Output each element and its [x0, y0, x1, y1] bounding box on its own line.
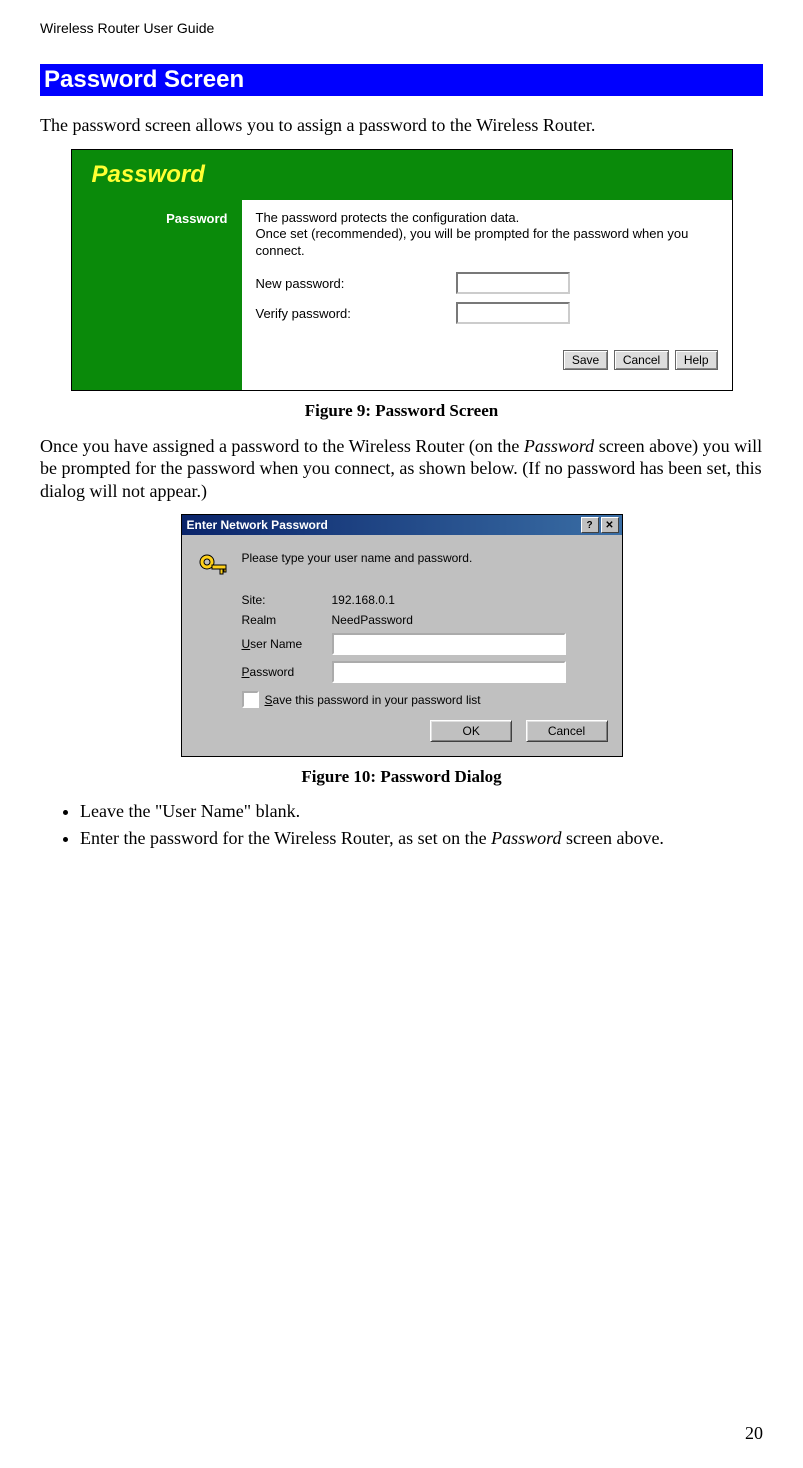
- figure10-caption: Figure 10: Password Dialog: [40, 767, 763, 787]
- sidebar-label-password: Password: [166, 211, 227, 226]
- figure9-caption: Figure 9: Password Screen: [40, 401, 763, 421]
- bullet-2-italic: Password: [491, 828, 561, 848]
- password-description: The password protects the configuration …: [256, 210, 718, 261]
- realm-label: Realm: [242, 613, 332, 627]
- figure-password-screen: Password Password The password protects …: [71, 149, 733, 391]
- save-button[interactable]: Save: [563, 350, 608, 370]
- section-title-banner: Password Screen: [40, 64, 763, 96]
- password-input[interactable]: [332, 661, 566, 683]
- router-screen-header: Password: [72, 150, 732, 200]
- bullet-list: Leave the "User Name" blank. Enter the p…: [40, 801, 763, 849]
- bullet-1: Leave the "User Name" blank.: [80, 801, 763, 822]
- verify-password-label: Verify password:: [256, 306, 456, 321]
- realm-value: NeedPassword: [332, 613, 413, 627]
- dialog-button-row: OK Cancel: [196, 720, 608, 742]
- username-input[interactable]: [332, 633, 566, 655]
- mid-paragraph: Once you have assigned a password to the…: [40, 435, 763, 503]
- titlebar-help-icon[interactable]: ?: [581, 517, 599, 533]
- router-button-row: Save Cancel Help: [256, 332, 718, 370]
- ok-button[interactable]: OK: [430, 720, 512, 742]
- document-header: Wireless Router User Guide: [40, 20, 763, 36]
- verify-password-input[interactable]: [456, 302, 570, 324]
- mid-para-italic: Password: [524, 436, 594, 456]
- password-row: Password: [242, 661, 608, 683]
- page: Wireless Router User Guide Password Scre…: [0, 0, 803, 1468]
- dialog-title: Enter Network Password: [185, 518, 579, 532]
- new-password-label: New password:: [256, 276, 456, 291]
- mid-para-pre: Once you have assigned a password to the…: [40, 436, 524, 456]
- save-password-checkbox[interactable]: [242, 691, 259, 708]
- router-screen-body: Password The password protects the confi…: [72, 200, 732, 390]
- site-row: Site: 192.168.0.1: [242, 593, 608, 607]
- save-password-label: Save this password in your password list: [265, 693, 481, 707]
- dialog-cancel-button[interactable]: Cancel: [526, 720, 608, 742]
- titlebar-close-icon[interactable]: ✕: [601, 517, 619, 533]
- router-screen-content: The password protects the configuration …: [242, 200, 732, 390]
- site-value: 192.168.0.1: [332, 593, 395, 607]
- intro-paragraph: The password screen allows you to assign…: [40, 114, 763, 137]
- verify-password-row: Verify password:: [256, 302, 718, 324]
- dialog-prompt-row: Please type your user name and password.: [196, 551, 608, 583]
- bullet-2-post: screen above.: [561, 828, 663, 848]
- router-screen-sidebar: Password: [72, 200, 242, 390]
- new-password-row: New password:: [256, 272, 718, 294]
- help-button[interactable]: Help: [675, 350, 718, 370]
- site-label: Site:: [242, 593, 332, 607]
- realm-row: Realm NeedPassword: [242, 613, 608, 627]
- username-row: User Name: [242, 633, 608, 655]
- figure-password-dialog: Enter Network Password ? ✕ Please type y…: [181, 514, 623, 757]
- dialog-prompt-text: Please type your user name and password.: [242, 551, 473, 565]
- dialog-body: Please type your user name and password.…: [182, 535, 622, 756]
- save-password-row: Save this password in your password list: [242, 691, 608, 708]
- new-password-input[interactable]: [456, 272, 570, 294]
- cancel-button[interactable]: Cancel: [614, 350, 669, 370]
- password-label: Password: [242, 665, 332, 679]
- router-screen-title: Password: [92, 161, 205, 189]
- bullet-2-pre: Enter the password for the Wireless Rout…: [80, 828, 491, 848]
- dialog-fields: Site: 192.168.0.1 Realm NeedPassword Use…: [242, 593, 608, 708]
- dialog-titlebar: Enter Network Password ? ✕: [182, 515, 622, 535]
- page-number: 20: [745, 1423, 763, 1444]
- key-icon: [196, 551, 228, 583]
- username-label: User Name: [242, 637, 332, 651]
- bullet-2: Enter the password for the Wireless Rout…: [80, 828, 763, 849]
